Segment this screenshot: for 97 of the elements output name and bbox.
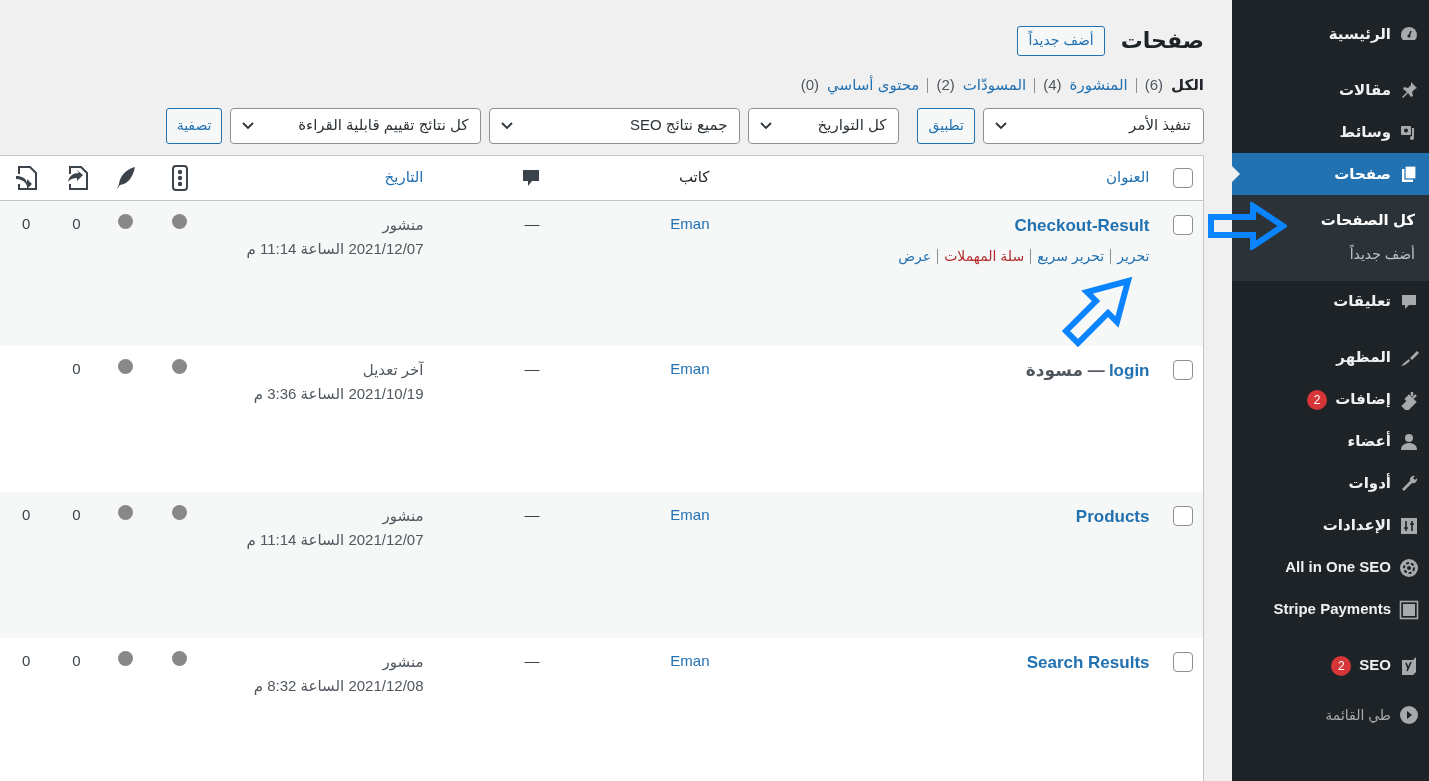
dropdown[interactable]: جميع نتائج SEO [489,107,741,144]
link-count: 0 [72,360,81,377]
trash-link[interactable]: سلة المهملات [944,246,1025,267]
dropdown[interactable]: تنفيذ الأمر [983,107,1204,144]
status-filter-link[interactable]: المسودّات [962,74,1027,97]
status-count: (0) [800,75,820,95]
seo-score-dot [172,359,187,374]
link-count: 0 [72,506,81,523]
column-header-link[interactable]: التاريخ [384,168,424,186]
author-link[interactable]: Eman [670,360,710,377]
add-new-button[interactable]: أضف جديداً [1017,26,1105,56]
column-header-link[interactable]: العنوان [1106,168,1150,186]
publish-date: 2021/12/07 الساعة 11:14 م [245,238,424,260]
page-title-link[interactable]: Checkout-Result [1014,215,1150,235]
page-title-link[interactable]: Search Results [1026,653,1150,672]
readability-score-dot [118,359,133,374]
author-link[interactable]: Eman [670,214,710,232]
linked-count: 0 [22,214,31,232]
row-action-link[interactable]: تحرير سريع [1037,246,1105,267]
incoming-link-icon [14,164,39,191]
seo-score-dot [172,213,187,229]
sidebar-menu-item[interactable]: Stripe Payments [1232,588,1429,631]
link-count: 0 [72,652,81,669]
status-count: (2) [936,75,955,95]
sidebar-menu-item[interactable]: تعليقات [1232,280,1429,323]
comments-count: — [524,214,540,232]
traffic-light-icon [171,164,188,191]
count-badge: 2 [1331,655,1352,676]
page-title: صفحات [1120,27,1204,55]
user-icon [1399,431,1419,452]
feather-icon [115,165,136,190]
arrow-icon [1062,276,1134,348]
caret-icon [759,120,774,131]
collapse-menu-button[interactable]: طي القائمة [1232,700,1429,730]
publish-status: آخر تعديل [361,360,424,381]
apply-button[interactable]: تطبيق [917,107,975,144]
comments-count: — [524,652,540,669]
sidebar-menu-item[interactable]: الرئيسية [1232,13,1429,55]
submenu-item[interactable]: أضف جديداً [1232,237,1429,271]
row-checkbox[interactable] [1173,214,1193,235]
menu-pointer [1232,166,1240,182]
sidebar-menu-item[interactable]: مقالات [1232,69,1429,111]
publish-status: منشور [381,214,424,236]
sidebar-menu-item[interactable]: صفحات [1232,153,1429,195]
dropdown[interactable]: كل نتائج تقييم قابلية القراءة [230,107,482,144]
arrow-icon [1207,202,1287,250]
status-count: (4) [1043,75,1062,95]
play-circle-icon [1399,705,1419,725]
linked-count: 0 [22,506,31,523]
row-action-link[interactable]: عرض [898,246,932,267]
caret-icon [500,120,515,131]
author-link[interactable]: Eman [670,652,710,669]
publish-status: منشور [381,506,424,527]
count-badge: 2 [1307,389,1328,410]
filter-button[interactable]: تصفية [165,107,223,144]
submenu-item[interactable]: كل الصفحات [1232,203,1429,238]
linked-count: 0 [22,652,31,669]
row-checkbox[interactable] [1173,506,1193,527]
gear-icon [1399,557,1419,578]
comments-count: — [524,506,540,523]
status-filter-link[interactable]: المنشورة [1069,74,1128,97]
sliders-icon [1399,515,1419,536]
page-title-link[interactable]: login [1108,361,1150,380]
sidebar-menu-item[interactable]: 2 SEO [1232,644,1429,687]
readability-score-dot [118,213,133,229]
dropdown[interactable]: كل التواريخ [748,107,900,144]
caret-icon [241,120,256,131]
sidebar-menu-item[interactable]: وسائط [1232,111,1429,153]
author-link[interactable]: Eman [670,506,710,523]
status-filter-link[interactable]: الكل [1171,74,1204,97]
row-checkbox[interactable] [1173,652,1193,673]
sidebar-menu-item[interactable]: أدوات [1232,462,1429,505]
publish-status: منشور [381,652,424,673]
readability-score-dot [118,651,133,666]
column-header: كاتب [678,168,710,186]
sidebar-menu-item[interactable]: المظهر [1232,336,1429,379]
page-title-link[interactable]: Products [1075,507,1150,526]
seo-score-dot [172,505,187,520]
select-all-checkbox[interactable] [1173,168,1193,189]
sidebar-menu-item[interactable]: الإعدادات [1232,504,1429,547]
comments-count: — [524,360,540,377]
caret-icon [994,120,1008,131]
status-count: (6) [1144,75,1164,95]
row-checkbox[interactable] [1173,360,1193,381]
link-count: 0 [72,214,81,232]
sidebar-menu-item[interactable]: All in One SEO [1232,546,1429,589]
publish-date: 2021/12/08 الساعة 8:32 م [252,676,424,697]
publish-date: 2021/12/07 الساعة 11:14 م [245,530,424,551]
publish-date: 2021/10/19 الساعة 3:36 م [252,384,424,405]
seo-score-dot [172,651,187,666]
sidebar-menu-item[interactable]: أعضاء [1232,420,1429,463]
row-action-link[interactable]: تحرير [1117,246,1150,267]
draft-state-label: — مسودة [1025,361,1105,380]
readability-score-dot [118,505,133,520]
status-filter-link[interactable]: محتوى أساسي [827,74,920,97]
pages-icon [1399,164,1419,184]
plug-icon [1399,389,1419,410]
